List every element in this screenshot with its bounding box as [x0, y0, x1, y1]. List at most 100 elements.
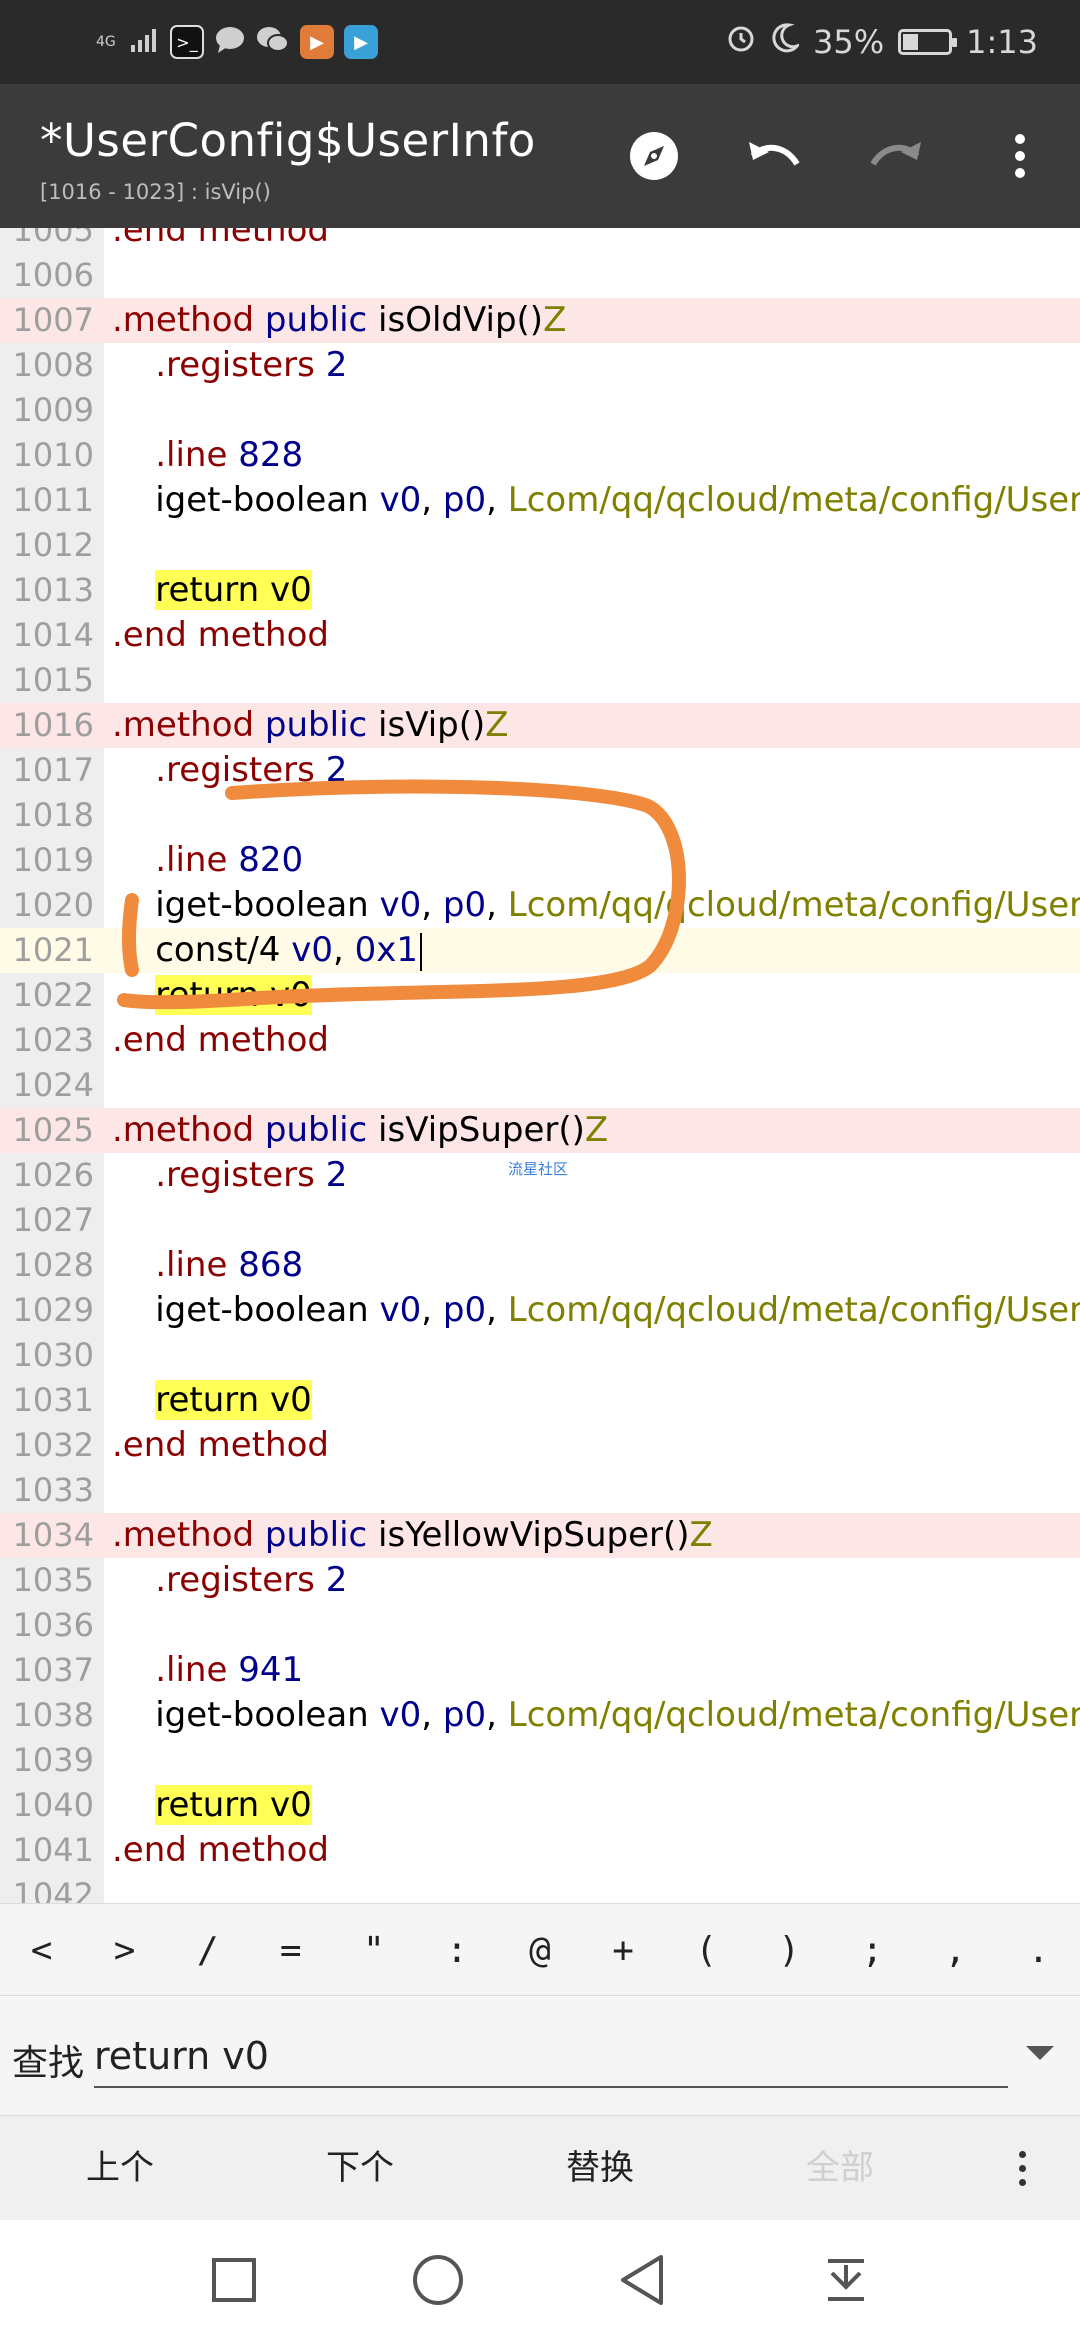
line-number: 1041 [12, 1831, 94, 1869]
code-line[interactable]: 1005 .end method [0, 228, 1080, 253]
code-token: Lcom/qq/qcloud/meta/config/UserCo [507, 1290, 1080, 1330]
code-text: .method public isYellowVipSuper()Z [112, 1513, 713, 1558]
search-match: return v0 [155, 975, 312, 1015]
code-line[interactable]: 1012 [0, 523, 1080, 568]
code-token: .end method [112, 615, 329, 655]
home-circle-icon[interactable] [408, 2250, 468, 2310]
line-number: 1006 [12, 256, 94, 294]
symbol-key[interactable]: . [997, 1930, 1080, 1971]
code-token: Lcom/qq/qcloud/meta/config/UserCo [507, 1695, 1080, 1735]
code-token: , [486, 1695, 508, 1735]
code-line[interactable]: 1033 [0, 1468, 1080, 1513]
code-line[interactable]: 1038 iget-boolean v0, p0, Lcom/qq/qcloud… [0, 1693, 1080, 1738]
code-line[interactable]: 1036 [0, 1603, 1080, 1648]
code-line[interactable]: 1006 [0, 253, 1080, 298]
replace-all-button[interactable]: 全部 [720, 2116, 960, 2221]
code-line[interactable]: 1031 return v0 [0, 1378, 1080, 1423]
find-next-button[interactable]: 下个 [240, 2116, 480, 2221]
code-token: , [421, 1290, 443, 1330]
symbol-key[interactable]: + [582, 1930, 665, 1971]
code-line[interactable]: 1007 .method public isOldVip()Z [0, 298, 1080, 343]
code-line[interactable]: 1016 .method public isVip()Z [0, 703, 1080, 748]
code-line[interactable]: 1008 .registers 2 [0, 343, 1080, 388]
code-token: 2 [325, 345, 348, 385]
code-line[interactable]: 1013 return v0 [0, 568, 1080, 613]
undo-icon[interactable] [742, 124, 806, 188]
code-line[interactable]: 1027 [0, 1198, 1080, 1243]
more-vertical-icon[interactable] [988, 124, 1052, 188]
system-nav-bar [0, 2220, 1080, 2340]
line-number: 1018 [12, 796, 94, 834]
code-line[interactable]: 1019 .line 820 [0, 838, 1080, 883]
notification-pull-icon[interactable] [816, 2250, 876, 2310]
code-token: .registers [112, 1155, 326, 1195]
code-line[interactable]: 1020 iget-boolean v0, p0, Lcom/qq/qcloud… [0, 883, 1080, 928]
code-line[interactable]: 1015 [0, 658, 1080, 703]
line-number: 1011 [12, 481, 94, 519]
code-line[interactable]: 1037 .line 941 [0, 1648, 1080, 1693]
find-more-icon[interactable] [1000, 2138, 1044, 2198]
code-line[interactable]: 1034 .method public isYellowVipSuper()Z [0, 1513, 1080, 1558]
symbol-key[interactable]: ) [748, 1930, 831, 1971]
symbol-key[interactable]: = [249, 1930, 332, 1971]
symbol-key[interactable]: > [83, 1930, 166, 1971]
symbol-key[interactable]: @ [498, 1930, 581, 1971]
symbol-key[interactable]: " [332, 1930, 415, 1971]
symbol-key[interactable]: / [166, 1930, 249, 1971]
code-line[interactable]: 1018 [0, 793, 1080, 838]
code-line[interactable]: 1014 .end method [0, 613, 1080, 658]
code-line[interactable]: 1032 .end method [0, 1423, 1080, 1468]
media-app-icon: ▶ [300, 25, 334, 59]
code-token: .end method [112, 1830, 329, 1870]
code-text: .end method [112, 1018, 329, 1063]
code-line[interactable]: 1028 .line 868 [0, 1243, 1080, 1288]
code-line[interactable]: 1011 iget-boolean v0, p0, Lcom/qq/qcloud… [0, 478, 1080, 523]
symbol-key[interactable]: ( [665, 1930, 748, 1971]
code-line[interactable]: 1009 [0, 388, 1080, 433]
line-number: 1021 [12, 931, 94, 969]
symbol-key[interactable]: , [914, 1930, 997, 1971]
find-actions: 上个 下个 替换 全部 [0, 2115, 1080, 2221]
line-number: 1019 [12, 841, 94, 879]
code-text: .end method [112, 1828, 329, 1873]
line-number: 1024 [12, 1066, 94, 1104]
code-line[interactable]: 1023 .end method [0, 1018, 1080, 1063]
recents-square-icon[interactable] [204, 2250, 264, 2310]
line-number: 1040 [12, 1786, 94, 1824]
code-token: public [264, 1515, 379, 1555]
back-triangle-icon[interactable] [612, 2250, 672, 2310]
code-token: Lcom/qq/qcloud/meta/config/UserCo [507, 480, 1080, 520]
line-number: 1013 [12, 571, 94, 609]
code-line[interactable]: 1039 [0, 1738, 1080, 1783]
symbol-key[interactable]: ; [831, 1930, 914, 1971]
code-line[interactable]: 1024 [0, 1063, 1080, 1108]
code-text: const/4 v0, 0x1 [112, 928, 422, 973]
code-line[interactable]: 1035 .registers 2 [0, 1558, 1080, 1603]
code-line[interactable]: 1022 return v0 [0, 973, 1080, 1018]
code-line[interactable]: 1025 .method public isVipSuper()Z [0, 1108, 1080, 1153]
battery-icon [898, 29, 958, 55]
code-line[interactable]: 1041 .end method [0, 1828, 1080, 1873]
code-editor[interactable]: 1005 .end method 1006 1007 .method public is… [0, 228, 1080, 1903]
code-token: .end method [112, 1425, 329, 1465]
find-input[interactable] [94, 2026, 1008, 2088]
find-history-dropdown-icon[interactable] [1026, 2046, 1054, 2060]
code-line[interactable]: 1042 [0, 1873, 1080, 1903]
status-left-icons: 4G >_ ▶ ▶ [96, 18, 378, 66]
code-line[interactable]: 1017 .registers 2 [0, 748, 1080, 793]
find-previous-button[interactable]: 上个 [0, 2116, 240, 2221]
code-line[interactable]: 1029 iget-boolean v0, p0, Lcom/qq/qcloud… [0, 1288, 1080, 1333]
redo-icon[interactable] [864, 124, 928, 188]
watermark: 流星社区 [508, 1160, 569, 1178]
replace-button[interactable]: 替换 [480, 2116, 720, 2221]
code-line[interactable]: 1030 [0, 1333, 1080, 1378]
code-token: p0 [442, 1290, 487, 1330]
code-token: .method [112, 1110, 265, 1150]
code-line[interactable]: 1010 .line 828 [0, 433, 1080, 478]
symbol-key[interactable]: < [0, 1930, 83, 1971]
compass-icon[interactable] [622, 124, 686, 188]
symbol-key[interactable]: : [415, 1930, 498, 1971]
code-line[interactable]: 1021 const/4 v0, 0x1 [0, 928, 1080, 973]
code-line[interactable]: 1040 return v0 [0, 1783, 1080, 1828]
code-token: v0 [291, 930, 333, 970]
